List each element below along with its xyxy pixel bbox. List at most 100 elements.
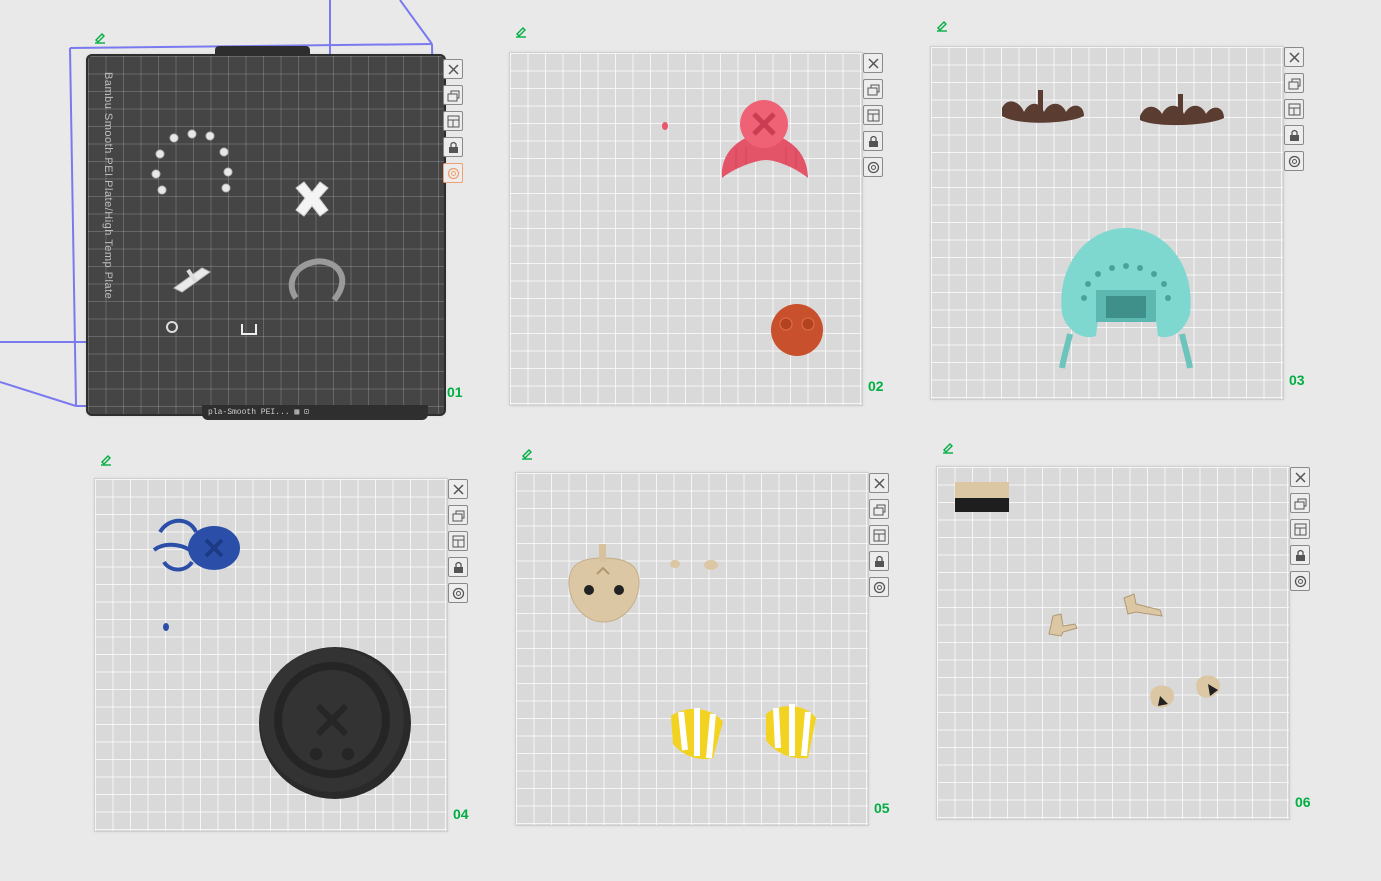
close-icon xyxy=(873,477,885,489)
yellow-striped-part-right xyxy=(766,704,816,759)
arrange-icon xyxy=(452,510,464,521)
orient-icon xyxy=(867,109,879,121)
tan-small-part-a xyxy=(670,560,680,568)
plate-02[interactable]: 02 xyxy=(505,22,895,406)
plate-surface[interactable] xyxy=(515,472,869,826)
pink-hat-part xyxy=(721,100,808,178)
yellow-striped-part-left xyxy=(671,708,723,760)
orient-icon xyxy=(452,535,464,547)
arrange-icon xyxy=(873,504,885,515)
arrange-icon xyxy=(447,90,459,101)
plate-number: 01 xyxy=(447,384,463,400)
small-parts-arc xyxy=(151,129,233,195)
lock-button[interactable] xyxy=(1290,545,1310,565)
settings-icon xyxy=(452,587,464,599)
lock-icon xyxy=(1295,549,1305,561)
orient-button[interactable] xyxy=(1284,99,1304,119)
arrange-icon xyxy=(867,84,879,95)
close-button[interactable] xyxy=(863,53,883,73)
close-button[interactable] xyxy=(1290,467,1310,487)
small-ring-part xyxy=(166,321,178,333)
orange-nose-part xyxy=(771,304,823,356)
plate-number: 06 xyxy=(1295,794,1311,810)
plate-01[interactable]: Bambu Smooth PEI Plate/High Temp Plate p… xyxy=(0,0,470,430)
orient-button[interactable] xyxy=(863,105,883,125)
brown-antler-left-part xyxy=(1002,90,1084,123)
plate-type-label: Bambu Smooth PEI Plate/High Temp Plate xyxy=(102,72,114,300)
settings-icon xyxy=(867,161,879,173)
edit-plate-name-icon[interactable] xyxy=(941,440,955,454)
plate-settings-button[interactable] xyxy=(448,583,468,603)
plate-status-strip: pla-Smooth PEI... ▦ ⊡ xyxy=(202,405,428,420)
orient-button[interactable] xyxy=(1290,519,1310,539)
black-tan-block-part xyxy=(955,482,1009,512)
plate-settings-button[interactable] xyxy=(869,577,889,597)
edit-plate-name-icon[interactable] xyxy=(514,24,528,38)
blue-dot-part xyxy=(163,623,169,631)
grey-ring-part xyxy=(288,258,346,302)
black-base-disc-part xyxy=(259,647,411,799)
plate-toolbar xyxy=(443,59,463,183)
tan-small-part-b xyxy=(704,560,718,570)
lock-button[interactable] xyxy=(448,557,468,577)
settings-icon xyxy=(447,167,459,179)
plate-toolbar xyxy=(869,473,889,597)
edit-plate-name-icon[interactable] xyxy=(520,446,534,460)
plate-settings-button[interactable] xyxy=(1284,151,1304,171)
plate-number: 05 xyxy=(874,800,890,816)
edit-plate-name-icon[interactable] xyxy=(935,18,949,32)
plate-toolbar xyxy=(863,53,883,177)
plate-number: 02 xyxy=(868,378,884,394)
plate-surface[interactable] xyxy=(936,466,1290,820)
lock-icon xyxy=(453,561,463,573)
tan-hand-part-b xyxy=(1123,593,1163,617)
lock-button[interactable] xyxy=(1284,125,1304,145)
orient-icon xyxy=(1294,523,1306,535)
plate-number: 04 xyxy=(453,806,469,822)
lock-button[interactable] xyxy=(869,551,889,571)
orient-button[interactable] xyxy=(869,525,889,545)
arrange-button[interactable] xyxy=(443,85,463,105)
close-button[interactable] xyxy=(869,473,889,493)
arrange-button[interactable] xyxy=(1284,73,1304,93)
plate-toolbar xyxy=(448,479,468,603)
settings-icon xyxy=(873,581,885,593)
plate-03[interactable]: 03 xyxy=(926,16,1316,400)
close-button[interactable] xyxy=(1284,47,1304,67)
arrange-button[interactable] xyxy=(448,505,468,525)
orient-button[interactable] xyxy=(448,531,468,551)
tan-head-part xyxy=(568,544,640,623)
plate-toolbar xyxy=(1284,47,1304,171)
lock-icon xyxy=(1289,129,1299,141)
edit-plate-name-icon[interactable] xyxy=(93,30,107,44)
settings-icon xyxy=(1294,575,1306,587)
plate-06[interactable]: 06 xyxy=(932,436,1322,826)
white-cross-part xyxy=(295,181,329,217)
orient-icon xyxy=(873,529,885,541)
close-icon xyxy=(1294,471,1306,483)
lock-button[interactable] xyxy=(443,137,463,157)
lock-button[interactable] xyxy=(863,131,883,151)
plate-surface[interactable] xyxy=(86,54,446,416)
plate-settings-button[interactable] xyxy=(863,157,883,177)
pink-ear-part xyxy=(662,122,668,130)
close-button[interactable] xyxy=(443,59,463,79)
orient-icon xyxy=(1288,103,1300,115)
plate-04[interactable]: 04 xyxy=(90,448,480,838)
plate-settings-button[interactable] xyxy=(443,163,463,183)
plate-number: 03 xyxy=(1289,372,1305,388)
plate-toolbar xyxy=(1290,467,1310,591)
orient-icon xyxy=(447,115,459,127)
close-button[interactable] xyxy=(448,479,468,499)
orient-button[interactable] xyxy=(443,111,463,131)
close-icon xyxy=(1288,51,1300,63)
small-square-part xyxy=(241,324,257,335)
plate-settings-button[interactable] xyxy=(1290,571,1310,591)
arrange-button[interactable] xyxy=(869,499,889,519)
arrange-button[interactable] xyxy=(1290,493,1310,513)
plate-05[interactable]: 05 xyxy=(511,442,901,832)
arrange-button[interactable] xyxy=(863,79,883,99)
blue-cap-part xyxy=(152,518,240,572)
close-icon xyxy=(447,63,459,75)
edit-plate-name-icon[interactable] xyxy=(99,452,113,466)
